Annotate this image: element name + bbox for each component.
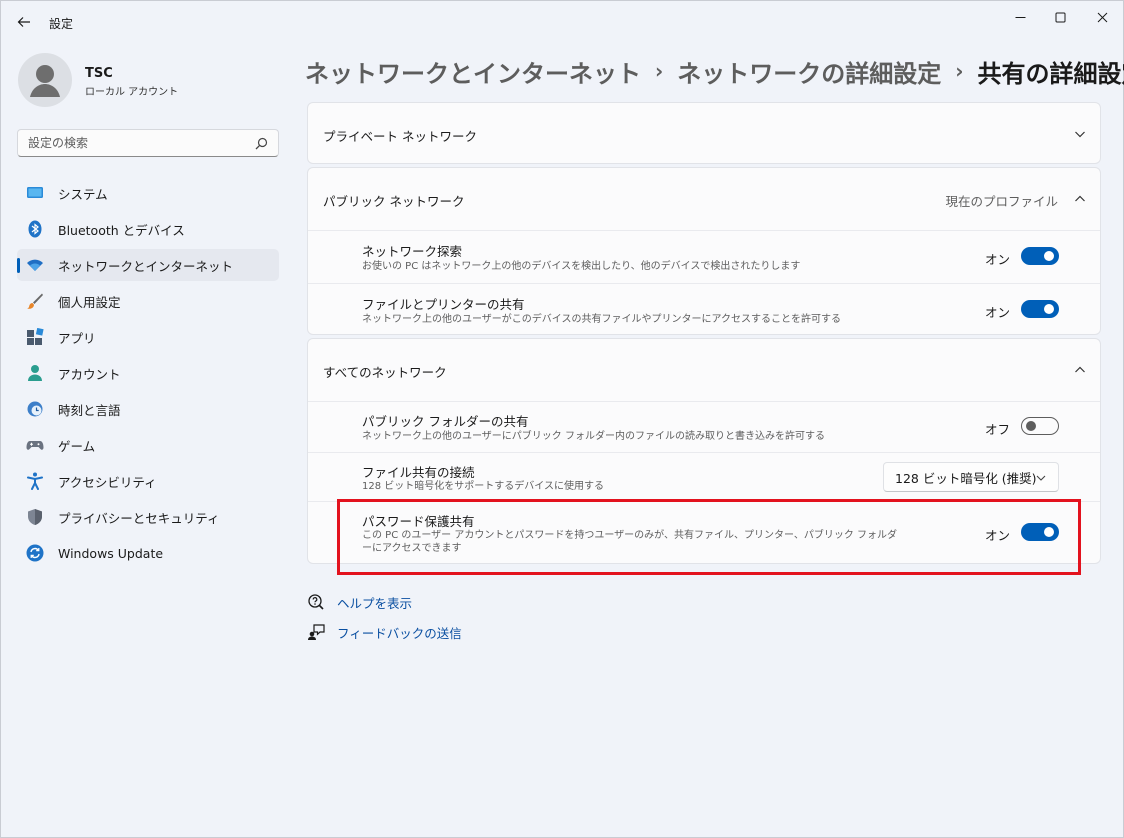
sidebar-item-personalization[interactable]: 個人用設定 bbox=[17, 285, 279, 317]
setting-description: お使いの PC はネットワーク上の他のデバイスを検出したり、他のデバイスで検出さ… bbox=[362, 261, 801, 272]
search-icon[interactable] bbox=[255, 137, 268, 150]
setting-title: ファイルとプリンターの共有 bbox=[362, 297, 525, 312]
setting-description: ネットワーク上の他のユーザーにパブリック フォルダー内のファイルの読み取りと書き… bbox=[362, 431, 825, 442]
encryption-dropdown[interactable]: 128 ビット暗号化 (推奨) bbox=[883, 462, 1059, 492]
public-network-section: パブリック ネットワーク 現在のプロファイル ネットワーク探索 お使いの PC … bbox=[307, 167, 1101, 335]
network-discovery-row: ネットワーク探索 お使いの PC はネットワーク上の他のデバイスを検出したり、他… bbox=[308, 231, 1100, 283]
bluetooth-icon bbox=[28, 220, 42, 238]
breadcrumb-advanced-network[interactable]: ネットワークの詳細設定 bbox=[677, 54, 941, 89]
gamepad-icon bbox=[26, 441, 44, 450]
chevron-up-icon[interactable] bbox=[1074, 364, 1086, 376]
toggle-state-label: オフ bbox=[984, 422, 1010, 437]
section-title: プライベート ネットワーク bbox=[323, 129, 477, 144]
sidebar-item-label: システム bbox=[58, 186, 108, 202]
highlight-box bbox=[337, 499, 1081, 575]
wifi-icon bbox=[27, 259, 43, 271]
file-printer-sharing-row: ファイルとプリンターの共有 ネットワーク上の他のユーザーがこのデバイスの共有ファ… bbox=[308, 284, 1100, 336]
person-icon bbox=[28, 365, 42, 381]
page-title: 共有の詳細設定 bbox=[977, 59, 1124, 88]
user-name: TSC bbox=[85, 66, 113, 81]
sidebar-item-accessibility[interactable]: アクセシビリティ bbox=[17, 465, 279, 497]
chevron-down-icon bbox=[1036, 475, 1046, 481]
update-icon bbox=[26, 544, 44, 562]
toggle-knob bbox=[1044, 304, 1054, 314]
person-icon bbox=[30, 65, 60, 97]
monitor-icon bbox=[27, 187, 43, 198]
section-title: すべてのネットワーク bbox=[323, 365, 447, 380]
public-folder-sharing-row: パブリック フォルダーの共有 ネットワーク上の他のユーザーにパブリック フォルダ… bbox=[308, 402, 1100, 452]
help-label[interactable]: ヘルプを表示 bbox=[337, 593, 412, 612]
help-link[interactable]: ヘルプを表示 bbox=[307, 591, 412, 613]
breadcrumb-separator: › bbox=[655, 59, 664, 83]
sidebar-item-bluetooth[interactable]: Bluetooth とデバイス bbox=[17, 213, 279, 245]
accessibility-icon bbox=[27, 472, 43, 490]
back-button[interactable] bbox=[13, 11, 35, 33]
sidebar-item-label: アクセシビリティ bbox=[58, 474, 157, 490]
toggle-state-label: オン bbox=[984, 305, 1010, 320]
search-box[interactable] bbox=[17, 129, 279, 157]
dropdown-value: 128 ビット暗号化 (推奨) bbox=[895, 470, 1037, 486]
app-title: 設定 bbox=[49, 17, 74, 31]
close-icon bbox=[1097, 12, 1107, 22]
sidebar-item-gaming[interactable]: ゲーム bbox=[17, 429, 279, 461]
chevron-down-icon[interactable] bbox=[1074, 128, 1086, 140]
sidebar-item-label: アプリ bbox=[58, 330, 96, 346]
brush-icon bbox=[27, 293, 43, 309]
back-arrow-icon bbox=[17, 17, 30, 27]
sidebar-item-network[interactable]: ネットワークとインターネット bbox=[17, 249, 279, 281]
sidebar-item-windows-update[interactable]: Windows Update bbox=[17, 537, 279, 569]
feedback-link[interactable]: フィードバックの送信 bbox=[307, 621, 462, 643]
selection-indicator bbox=[17, 258, 20, 273]
setting-description: ネットワーク上の他のユーザーがこのデバイスの共有ファイルやプリンターにアクセスす… bbox=[362, 314, 841, 325]
maximize-button[interactable] bbox=[1037, 1, 1083, 33]
sidebar-item-label: プライバシーとセキュリティ bbox=[58, 510, 220, 526]
public-folder-sharing-toggle[interactable] bbox=[1021, 417, 1059, 435]
sidebar-item-accounts[interactable]: アカウント bbox=[17, 357, 279, 389]
breadcrumb-separator: › bbox=[955, 59, 964, 83]
close-button[interactable] bbox=[1079, 1, 1124, 33]
search-input[interactable] bbox=[18, 136, 248, 150]
maximize-icon bbox=[1055, 12, 1065, 22]
toggle-state-label: オン bbox=[984, 252, 1010, 267]
apps-icon bbox=[27, 328, 44, 345]
breadcrumb: ネットワークとインターネット › ネットワークの詳細設定 › 共有の詳細設定 bbox=[305, 51, 1124, 91]
feedback-label[interactable]: フィードバックの送信 bbox=[337, 623, 462, 642]
file-sharing-connections-row: ファイル共有の接続 128 ビット暗号化をサポートするデバイスに使用する 128… bbox=[308, 453, 1100, 501]
setting-title: パブリック フォルダーの共有 bbox=[362, 414, 529, 429]
sidebar-item-label: ネットワークとインターネット bbox=[58, 258, 234, 274]
clock-globe-icon bbox=[27, 401, 43, 417]
breadcrumb-network[interactable]: ネットワークとインターネット bbox=[305, 54, 641, 89]
sidebar-item-label: Bluetooth とデバイス bbox=[58, 222, 185, 238]
toggle-knob bbox=[1044, 251, 1054, 261]
setting-title: ファイル共有の接続 bbox=[362, 465, 475, 480]
sidebar-item-privacy-security[interactable]: プライバシーとセキュリティ bbox=[17, 501, 279, 533]
setting-description: 128 ビット暗号化をサポートするデバイスに使用する bbox=[362, 481, 604, 492]
current-profile-label: 現在のプロファイル bbox=[945, 194, 1058, 209]
settings-window: 設定 TSC ローカル アカウント システム Bluetooth とデバイス bbox=[0, 0, 1124, 838]
shield-icon bbox=[28, 509, 42, 525]
sidebar-item-label: ゲーム bbox=[58, 438, 96, 454]
sidebar-item-system[interactable]: システム bbox=[17, 177, 279, 209]
setting-title: ネットワーク探索 bbox=[362, 244, 463, 259]
network-discovery-toggle[interactable] bbox=[1021, 247, 1059, 265]
minimize-icon bbox=[1015, 16, 1025, 18]
help-icon bbox=[308, 594, 324, 610]
chevron-up-icon[interactable] bbox=[1074, 193, 1086, 205]
sidebar-item-time-language[interactable]: 時刻と言語 bbox=[17, 393, 279, 425]
sidebar-item-label: 個人用設定 bbox=[58, 294, 121, 310]
public-network-header[interactable]: パブリック ネットワーク 現在のプロファイル bbox=[308, 168, 1100, 230]
user-account-type: ローカル アカウント bbox=[85, 87, 179, 98]
feedback-icon bbox=[308, 624, 325, 640]
title-bar: 設定 bbox=[1, 1, 1124, 45]
file-printer-sharing-toggle[interactable] bbox=[1021, 300, 1059, 318]
sidebar-item-label: Windows Update bbox=[58, 545, 164, 561]
sidebar-item-label: 時刻と言語 bbox=[58, 402, 121, 418]
toggle-knob bbox=[1026, 421, 1036, 431]
section-title: パブリック ネットワーク bbox=[323, 194, 465, 209]
private-network-section[interactable]: プライベート ネットワーク bbox=[307, 102, 1101, 164]
all-networks-header[interactable]: すべてのネットワーク bbox=[308, 339, 1100, 401]
sidebar-item-apps[interactable]: アプリ bbox=[17, 321, 279, 353]
sidebar-item-label: アカウント bbox=[58, 366, 121, 382]
avatar[interactable] bbox=[18, 53, 72, 107]
